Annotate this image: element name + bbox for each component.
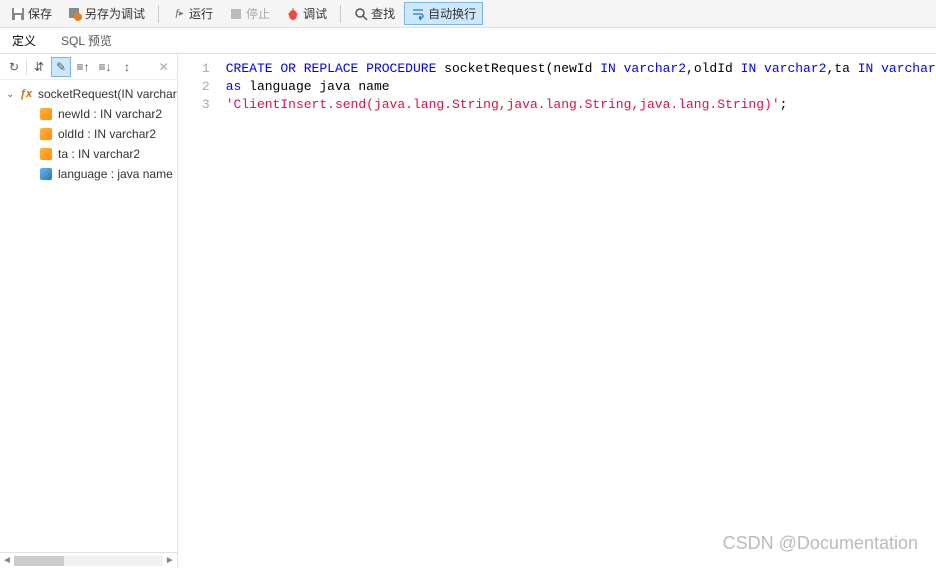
up-icon: ≡↑ <box>76 60 89 74</box>
code-text: ,ta <box>826 61 857 76</box>
keyword: IN <box>741 61 757 76</box>
wrap-label: 自动换行 <box>428 5 476 22</box>
wrap-button[interactable]: 自动换行 <box>404 2 483 25</box>
tree-item[interactable]: language : java name <box>0 164 177 184</box>
move-up-button[interactable]: ≡↑ <box>73 57 93 77</box>
sort-button[interactable]: ↕ <box>117 57 137 77</box>
tree-item-label: newId : IN varchar2 <box>58 107 162 121</box>
tree-root[interactable]: ⌄ ƒx socketRequest(IN varchar <box>0 84 177 104</box>
save-icon <box>11 7 25 21</box>
tree-view: ⌄ ƒx socketRequest(IN varchar newId : IN… <box>0 80 177 552</box>
tree-item-label: ta : IN varchar2 <box>58 147 140 161</box>
code-content[interactable]: CREATE OR REPLACE PROCEDURE socketReques… <box>218 54 936 568</box>
code-editor[interactable]: 1 2 3 CREATE OR REPLACE PROCEDURE socket… <box>178 54 936 568</box>
main-toolbar: 保存 另存为调试 f▸ 运行 停止 调试 查找 自动换行 <box>0 0 936 28</box>
stop-button[interactable]: 停止 <box>222 2 277 25</box>
edit-icon: ✎ <box>56 60 66 74</box>
tree-root-label: socketRequest(IN varchar <box>38 87 177 101</box>
refresh-button[interactable]: ↻ <box>4 57 24 77</box>
edit-button[interactable]: ✎ <box>51 57 71 77</box>
code-text: ; <box>780 97 788 112</box>
scroll-thumb[interactable] <box>14 556 64 566</box>
chevron-down-icon: ⌄ <box>6 89 18 100</box>
separator <box>340 5 341 23</box>
separator <box>158 5 159 23</box>
scroll-right-icon[interactable]: ► <box>165 555 175 566</box>
scroll-track[interactable] <box>14 556 163 566</box>
expand-icon: ⇵ <box>34 60 44 74</box>
line-gutter: 1 2 3 <box>178 54 218 568</box>
expand-button[interactable]: ⇵ <box>29 57 49 77</box>
run-icon: f▸ <box>172 7 186 21</box>
save-button[interactable]: 保存 <box>4 2 59 25</box>
wrap-icon <box>411 7 425 21</box>
refresh-icon: ↻ <box>9 60 19 74</box>
keyword: IN <box>600 61 616 76</box>
horizontal-scrollbar[interactable]: ◄ ► <box>0 552 177 568</box>
keyword: IN <box>858 61 874 76</box>
tree-item[interactable]: ta : IN varchar2 <box>0 144 177 164</box>
param-icon <box>38 126 54 142</box>
function-icon: ƒx <box>18 86 34 102</box>
tree-item-label: oldId : IN varchar2 <box>58 127 156 141</box>
find-label: 查找 <box>371 5 395 22</box>
save-debug-icon <box>68 7 82 21</box>
line-number: 2 <box>178 78 210 96</box>
property-icon <box>38 166 54 182</box>
tree-item-label: language : java name <box>58 167 173 181</box>
code-text: ,oldId <box>686 61 741 76</box>
run-button[interactable]: f▸ 运行 <box>165 2 220 25</box>
tab-bar: 定义 SQL 预览 <box>0 28 936 54</box>
debug-label: 调试 <box>303 5 327 22</box>
keyword: varchar2 <box>756 61 826 76</box>
run-label: 运行 <box>189 5 213 22</box>
save-as-debug-button[interactable]: 另存为调试 <box>61 2 152 25</box>
keyword: varchar2 <box>873 61 936 76</box>
tree-item[interactable]: oldId : IN varchar2 <box>0 124 177 144</box>
tab-define[interactable]: 定义 <box>0 28 49 53</box>
param-icon <box>38 146 54 162</box>
search-icon <box>354 7 368 21</box>
param-icon <box>38 106 54 122</box>
main-area: ↻ ⇵ ✎ ≡↑ ≡↓ ↕ ✕ ⌄ ƒx socketRequest(IN va… <box>0 54 936 568</box>
move-down-button[interactable]: ≡↓ <box>95 57 115 77</box>
bug-icon <box>286 7 300 21</box>
down-icon: ≡↓ <box>98 60 111 74</box>
sort-icon: ↕ <box>124 60 130 74</box>
scroll-left-icon[interactable]: ◄ <box>2 555 12 566</box>
code-text: socketRequest(newId <box>436 61 600 76</box>
close-panel-button[interactable]: ✕ <box>155 58 173 76</box>
tree-item[interactable]: newId : IN varchar2 <box>0 104 177 124</box>
stop-icon <box>229 7 243 21</box>
stop-label: 停止 <box>246 5 270 22</box>
save-label: 保存 <box>28 5 52 22</box>
line-number: 3 <box>178 96 210 114</box>
keyword: CREATE OR REPLACE PROCEDURE <box>226 61 437 76</box>
sidebar-toolbar: ↻ ⇵ ✎ ≡↑ ≡↓ ↕ ✕ <box>0 54 177 80</box>
debug-button[interactable]: 调试 <box>279 2 334 25</box>
line-number: 1 <box>178 60 210 78</box>
keyword: as <box>226 79 242 94</box>
save-debug-label: 另存为调试 <box>85 5 145 22</box>
code-text: language java name <box>241 79 389 94</box>
separator <box>26 59 27 75</box>
keyword: varchar2 <box>616 61 686 76</box>
string-literal: 'ClientInsert.send(java.lang.String,java… <box>226 97 780 112</box>
sidebar: ↻ ⇵ ✎ ≡↑ ≡↓ ↕ ✕ ⌄ ƒx socketRequest(IN va… <box>0 54 178 568</box>
find-button[interactable]: 查找 <box>347 2 402 25</box>
tab-sql-preview[interactable]: SQL 预览 <box>49 28 125 53</box>
